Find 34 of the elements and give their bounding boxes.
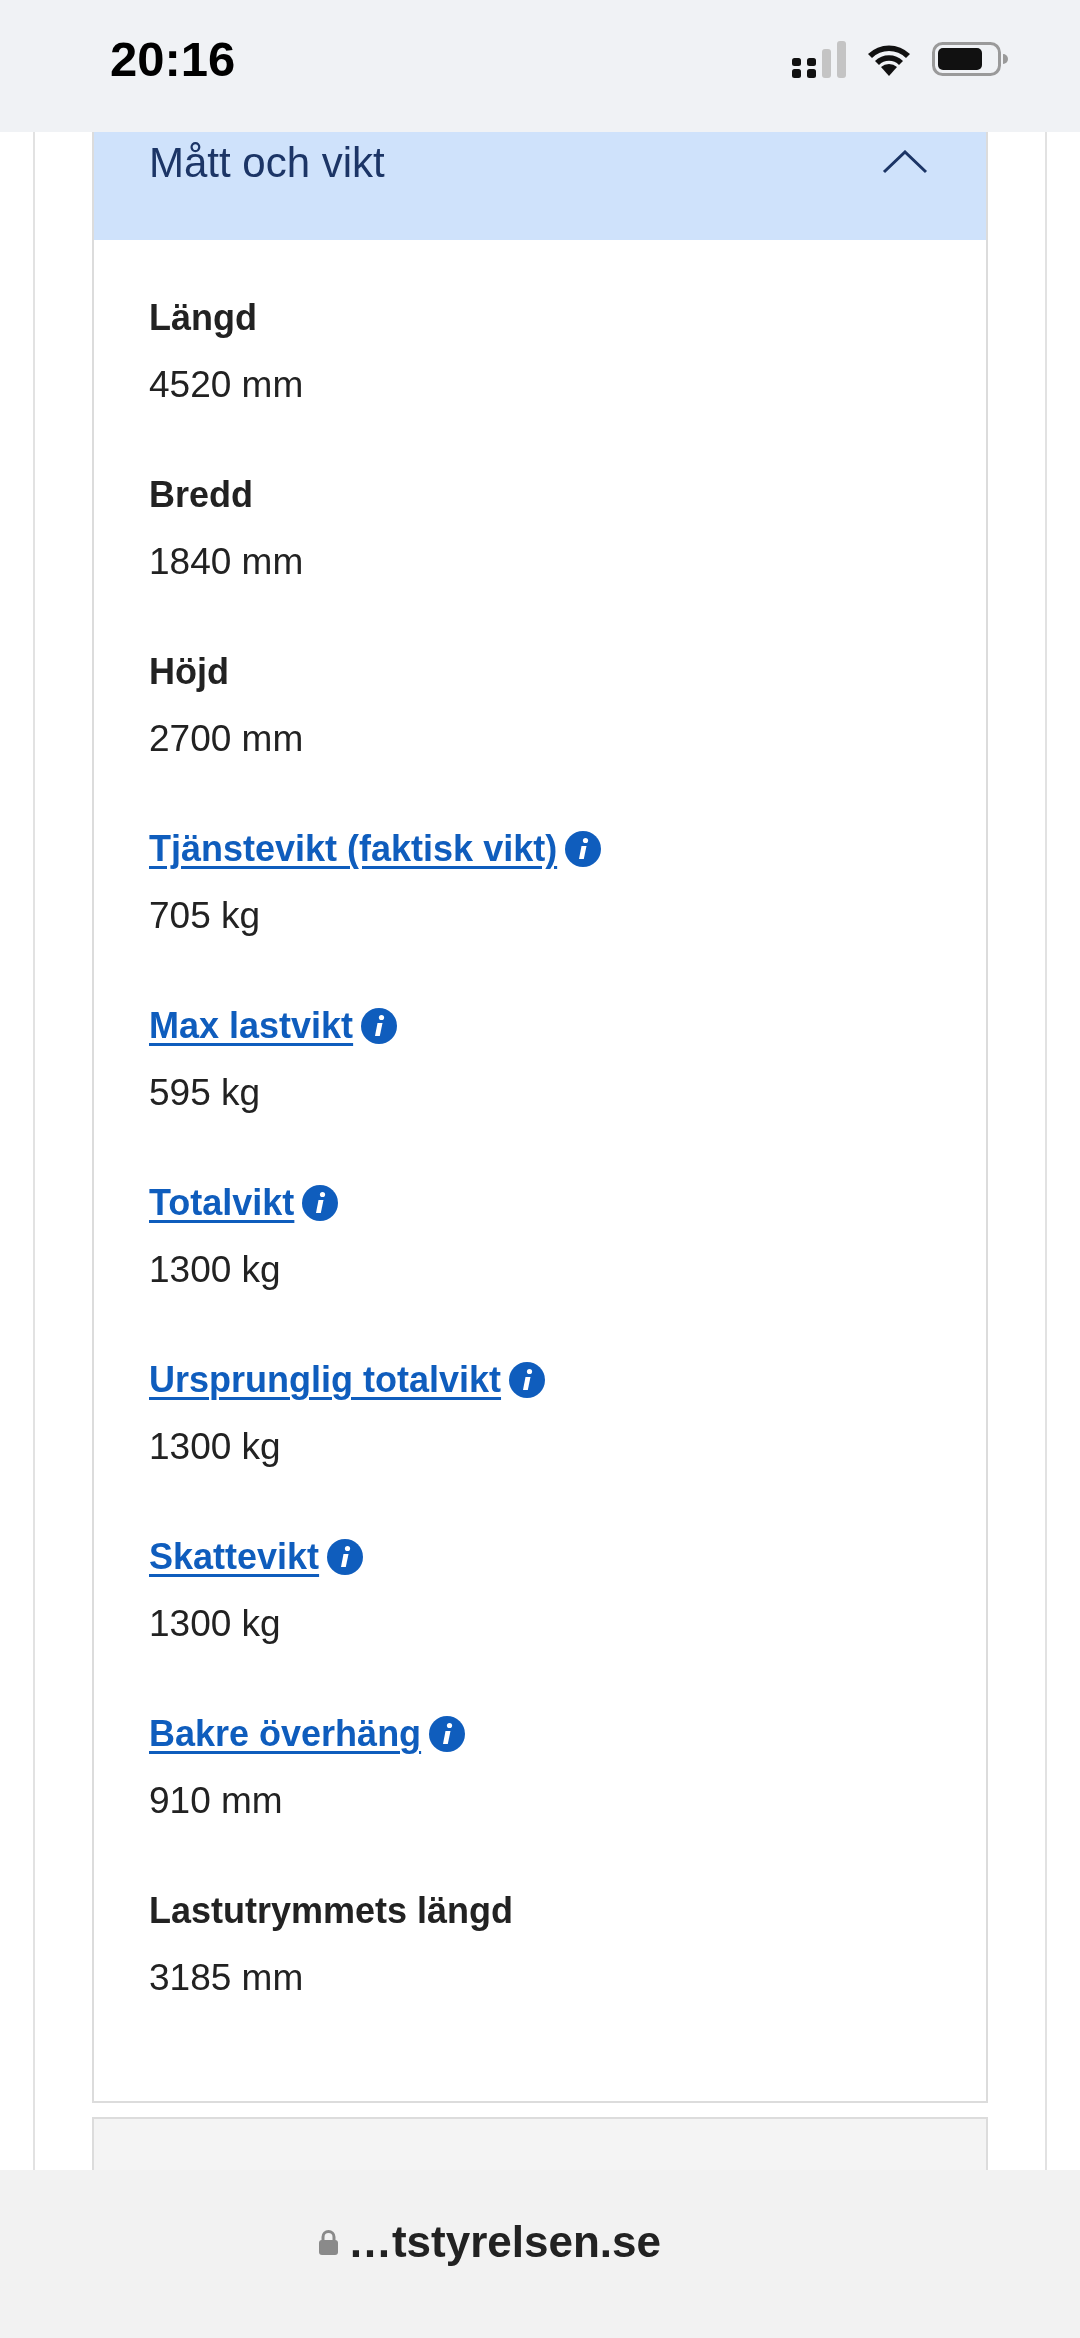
status-time: 20:16 bbox=[110, 31, 236, 87]
info-link[interactable]: Tjänstevikt (faktisk vikt) bbox=[149, 823, 558, 875]
field-value: 1840 mm bbox=[149, 540, 304, 584]
field-label: Längd bbox=[149, 296, 257, 340]
info-icon[interactable] bbox=[327, 1539, 364, 1575]
address-bar[interactable]: …tstyrelsen.se bbox=[0, 2170, 1080, 2338]
field-value: 3185 mm bbox=[149, 1956, 304, 2000]
info-icon[interactable] bbox=[302, 1185, 339, 1221]
info-link[interactable]: Ursprunglig totalvikt bbox=[149, 1354, 502, 1406]
field-value: 1300 kg bbox=[149, 1425, 281, 1469]
info-icon[interactable] bbox=[361, 1008, 398, 1044]
field-value: 2700 mm bbox=[149, 717, 304, 761]
lock-icon bbox=[318, 2230, 338, 2255]
field-label: Bredd bbox=[149, 473, 253, 517]
field-value: 1300 kg bbox=[149, 1602, 281, 1646]
info-icon[interactable] bbox=[565, 831, 602, 867]
accordion-header[interactable]: Mått och vikt bbox=[94, 132, 986, 240]
info-link[interactable]: Totalvikt bbox=[149, 1177, 295, 1229]
field-value: 4520 mm bbox=[149, 363, 304, 407]
field-value: 595 kg bbox=[149, 1071, 261, 1115]
field-label: Höjd bbox=[149, 650, 229, 694]
info-icon[interactable] bbox=[429, 1716, 466, 1752]
field-label: Lastutrymmets längd bbox=[149, 1889, 514, 1933]
signal-icon bbox=[792, 40, 846, 78]
field-value: 910 mm bbox=[149, 1779, 283, 1823]
info-link[interactable]: Bakre överhäng bbox=[149, 1708, 422, 1760]
info-icon[interactable] bbox=[509, 1362, 546, 1398]
field-value: 1300 kg bbox=[149, 1248, 281, 1292]
url-text: …tstyrelsen.se bbox=[347, 2216, 662, 2268]
info-link[interactable]: Skattevikt bbox=[149, 1531, 320, 1583]
field-value: 705 kg bbox=[149, 894, 261, 938]
wifi-icon bbox=[866, 42, 912, 76]
info-link[interactable]: Max lastvikt bbox=[149, 1000, 354, 1052]
battery-icon bbox=[932, 42, 1008, 76]
